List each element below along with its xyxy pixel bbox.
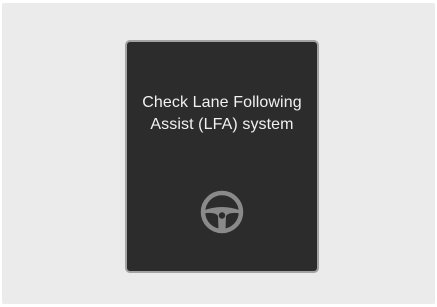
warning-message: Check Lane Following Assist (LFA) system: [127, 92, 317, 136]
steering-wheel-icon: [200, 190, 244, 234]
warning-message-line1: Check Lane Following: [142, 94, 302, 111]
cluster-warning-screen: Check Lane Following Assist (LFA) system: [125, 40, 319, 273]
background-panel: Check Lane Following Assist (LFA) system: [2, 3, 435, 304]
warning-message-line2: Assist (LFA) system: [150, 116, 294, 133]
